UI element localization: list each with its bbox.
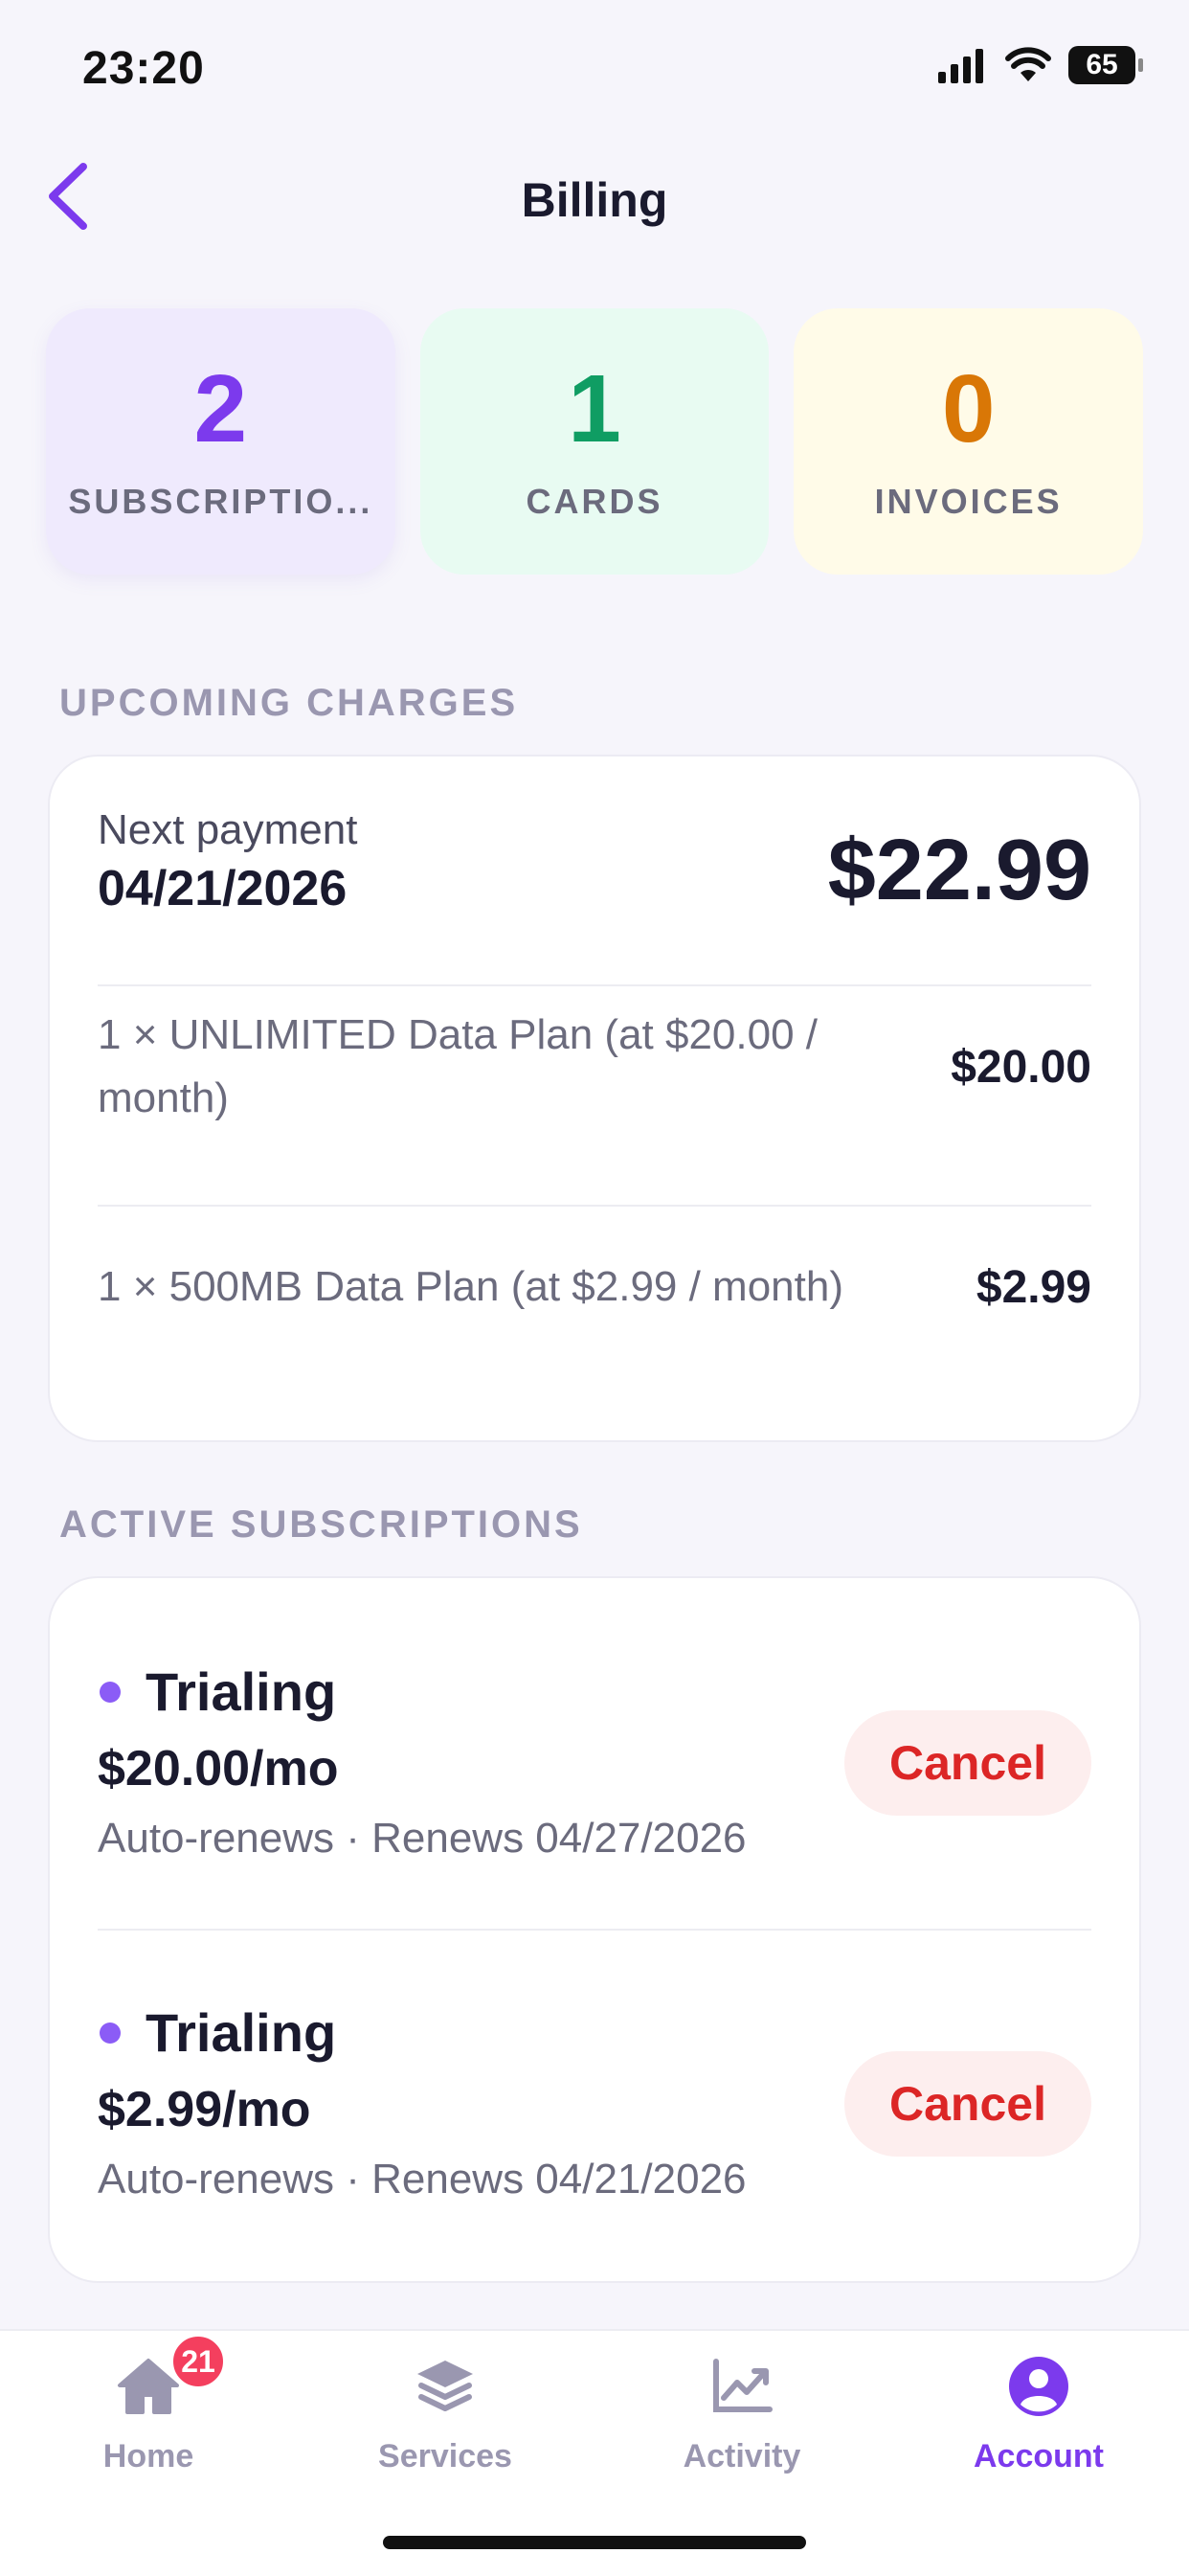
next-payment-row: Next payment 04/21/2026 $22.99: [98, 806, 1091, 921]
subscriptions-label: SUBSCRIPTIO...: [68, 482, 373, 521]
tab-label: Account: [974, 2438, 1104, 2474]
charge-line-item: 1 × 500MB Data Plan (at $2.99 / month) $…: [98, 1210, 1091, 1364]
subscription-item: Trialing $2.99/mo Auto-renews · Renews 0…: [98, 2001, 1091, 2212]
chart-icon: [707, 2352, 776, 2421]
invoices-count: 0: [941, 355, 996, 463]
tab-label: Home: [102, 2438, 194, 2474]
active-subscriptions-card: Trialing $20.00/mo Auto-renews · Renews …: [48, 1576, 1141, 2283]
nav-header: Billing: [0, 144, 1189, 259]
subscription-renewal: Auto-renews · Renews 04/21/2026: [98, 2156, 747, 2203]
subscription-renewal: Auto-renews · Renews 04/27/2026: [98, 1815, 747, 1862]
subscription-status-text: Trialing: [146, 1661, 337, 1722]
signal-icon: [938, 49, 983, 83]
layers-icon: [411, 2352, 480, 2421]
cards-stat-tile[interactable]: 1 CARDS: [419, 308, 770, 575]
status-dot-icon: [100, 1681, 121, 1703]
tab-label: Services: [378, 2438, 512, 2474]
home-indicator: [383, 2536, 806, 2549]
account-icon: [1004, 2352, 1073, 2421]
invoices-stat-tile[interactable]: 0 INVOICES: [794, 308, 1144, 575]
wifi-icon: [1005, 47, 1051, 81]
divider: [98, 1205, 1091, 1207]
status-bar: 23:20 65: [0, 0, 1189, 144]
upcoming-charges-card: Next payment 04/21/2026 $22.99 1 × UNLIM…: [48, 755, 1141, 1442]
subscriptions-stat-tile[interactable]: 2 SUBSCRIPTIO...: [46, 308, 395, 575]
cards-count: 1: [568, 355, 621, 463]
charge-amount: $2.99: [976, 1261, 1091, 1313]
status-time: 23:20: [82, 43, 205, 94]
subscription-item: Trialing $20.00/mo Auto-renews · Renews …: [98, 1661, 1091, 1871]
cards-label: CARDS: [526, 482, 663, 521]
active-subscriptions-heading: ACTIVE SUBSCRIPTIONS: [59, 1503, 583, 1546]
invoices-label: INVOICES: [874, 482, 1063, 521]
cancel-subscription-button[interactable]: Cancel: [844, 1710, 1091, 1816]
battery-icon: 65: [1068, 46, 1143, 84]
next-payment-total: $22.99: [827, 823, 1091, 918]
cancel-subscription-button[interactable]: Cancel: [844, 2051, 1091, 2157]
tab-home[interactable]: 21 Home: [0, 2333, 297, 2496]
upcoming-charges-heading: UPCOMING CHARGES: [59, 682, 519, 724]
tab-services[interactable]: Services: [297, 2352, 594, 2496]
subscriptions-count: 2: [193, 355, 248, 463]
charge-amount: $20.00: [951, 1041, 1091, 1093]
tab-account[interactable]: Account: [890, 2352, 1187, 2496]
home-icon: 21: [114, 2333, 227, 2421]
stats-row: 2 SUBSCRIPTIO... 1 CARDS 0 INVOICES: [46, 308, 1144, 575]
divider: [98, 984, 1091, 986]
page-title: Billing: [521, 173, 668, 227]
status-dot-icon: [100, 2022, 121, 2044]
charge-description: 1 × UNLIMITED Data Plan (at $20.00 / mon…: [98, 1011, 819, 1121]
tab-activity[interactable]: Activity: [594, 2352, 890, 2496]
subscription-status-text: Trialing: [146, 2002, 337, 2063]
tab-label: Activity: [683, 2438, 801, 2474]
divider: [98, 1929, 1091, 1931]
notification-badge: 21: [169, 2333, 227, 2390]
charge-description: 1 × 500MB Data Plan (at $2.99 / month): [98, 1263, 844, 1310]
charge-line-item: 1 × UNLIMITED Data Plan (at $20.00 / mon…: [98, 990, 1091, 1143]
system-icons: 65: [938, 46, 1143, 84]
